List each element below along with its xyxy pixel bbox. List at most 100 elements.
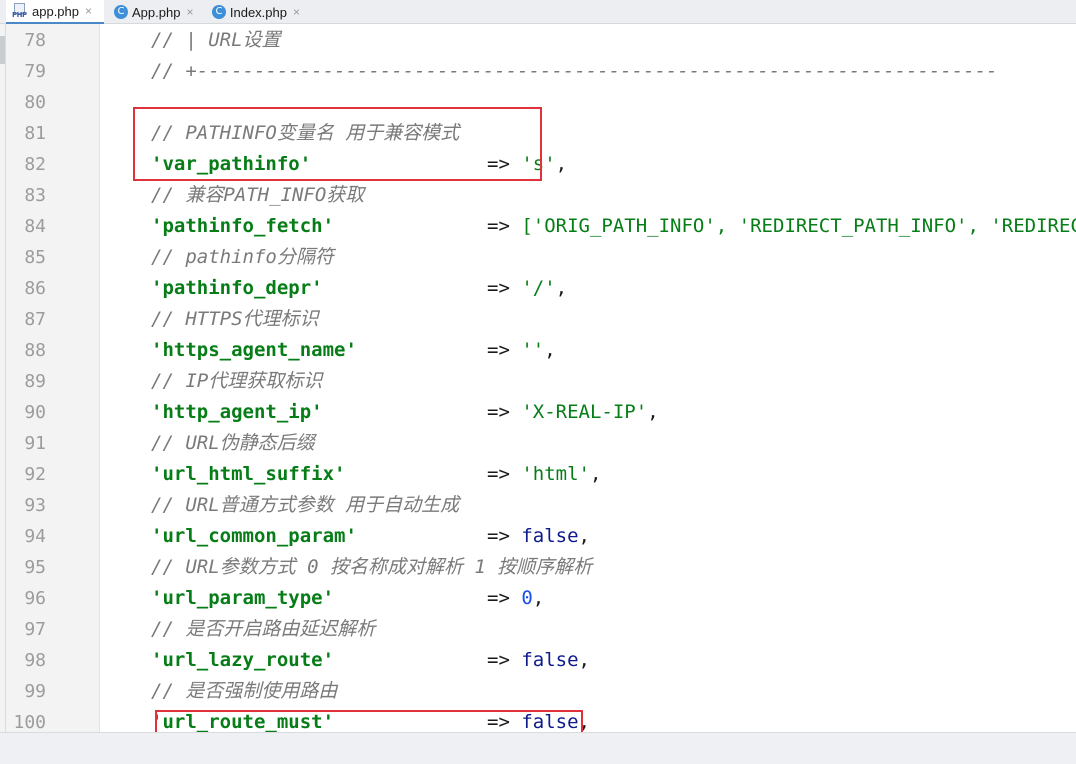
code-editor[interactable]: // | URL设置 // +--------------------------… bbox=[100, 24, 1076, 732]
highlight-box-var-pathinfo bbox=[133, 107, 542, 181]
config-assignment: => ['ORIG_PATH_INFO', 'REDIRECT_PATH_INF… bbox=[487, 211, 1076, 242]
tab-label: App.php bbox=[132, 4, 181, 20]
editor-tab-bar: PHP app.php × C App.php × C Index.php × bbox=[0, 0, 1076, 24]
line-number: 90 bbox=[24, 402, 46, 423]
code-comment: // | URL设置 bbox=[151, 29, 281, 51]
config-key: 'https_agent_name' bbox=[151, 339, 357, 361]
close-icon[interactable]: × bbox=[85, 4, 92, 18]
line-number: 89 bbox=[24, 371, 46, 392]
arrow-operator: => bbox=[487, 401, 510, 423]
arrow-operator: => bbox=[487, 277, 510, 299]
code-comment: // 兼容PATH_INFO获取 bbox=[151, 184, 365, 206]
line-number: 91 bbox=[24, 433, 46, 454]
config-value: 'X-REAL-IP' bbox=[521, 401, 648, 423]
code-line: // pathinfo分隔符 bbox=[151, 242, 334, 273]
code-line: // 是否强制使用路由 bbox=[151, 676, 337, 707]
line-number: 79 bbox=[24, 61, 46, 82]
config-assignment: => '', bbox=[487, 335, 556, 366]
tab-index-php[interactable]: C Index.php × bbox=[206, 0, 306, 24]
close-icon[interactable]: × bbox=[293, 5, 300, 19]
trailing-comma: , bbox=[647, 401, 659, 423]
trailing-comma: , bbox=[532, 587, 545, 609]
code-line: 'http_agent_ip' => 'X-REAL-IP', bbox=[151, 397, 659, 428]
line-number: 84 bbox=[24, 216, 46, 237]
code-comment: // 是否开启路由延迟解析 bbox=[151, 618, 376, 640]
code-comment: // HTTPS代理标识 bbox=[151, 308, 319, 330]
line-number: 82 bbox=[24, 154, 46, 175]
trailing-comma: , bbox=[555, 277, 568, 299]
tool-strip-marker bbox=[0, 36, 5, 64]
class-icon: C bbox=[212, 5, 226, 19]
arrow-operator: => bbox=[487, 215, 510, 237]
config-key: 'url_lazy_route' bbox=[151, 649, 335, 671]
config-key: 'url_html_suffix' bbox=[151, 463, 346, 485]
config-value: false bbox=[521, 525, 579, 547]
trailing-comma: , bbox=[589, 463, 602, 485]
line-number: 97 bbox=[24, 619, 46, 640]
config-assignment: => false, bbox=[487, 521, 590, 552]
code-line: 'pathinfo_depr' => '/', bbox=[151, 273, 567, 304]
config-assignment: => '/', bbox=[487, 273, 567, 304]
code-line: // 兼容PATH_INFO获取 bbox=[151, 180, 364, 211]
line-number: 81 bbox=[24, 123, 46, 144]
config-key: 'http_agent_ip' bbox=[151, 401, 323, 423]
tab-app-php[interactable]: C App.php × bbox=[108, 0, 202, 24]
config-key: 'url_param_type' bbox=[151, 587, 335, 609]
config-assignment: => 'X-REAL-IP', bbox=[487, 397, 659, 428]
code-line: 'pathinfo_fetch' => ['ORIG_PATH_INFO', 'R… bbox=[151, 211, 1076, 242]
line-number: 94 bbox=[24, 526, 46, 547]
code-line: // +------------------------------------… bbox=[151, 56, 997, 87]
tab-app-php[interactable]: PHP app.php × bbox=[6, 0, 104, 24]
class-icon: C bbox=[114, 5, 128, 19]
config-key: 'url_common_param' bbox=[151, 525, 357, 547]
config-value: '' bbox=[521, 339, 545, 361]
config-value: '/' bbox=[521, 277, 556, 299]
code-line: // | URL设置 bbox=[151, 25, 281, 56]
code-line: 'https_agent_name' => '', bbox=[151, 335, 556, 366]
line-number: 78 bbox=[24, 30, 46, 51]
config-assignment: => 0, bbox=[487, 583, 544, 614]
code-line: // 是否开启路由延迟解析 bbox=[151, 614, 375, 645]
arrow-operator: => bbox=[487, 587, 510, 609]
line-number: 93 bbox=[24, 495, 46, 516]
trailing-comma: , bbox=[555, 153, 568, 175]
line-number: 98 bbox=[24, 650, 46, 671]
code-line: // URL参数方式 0 按名称成对解析 1 按顺序解析 bbox=[151, 552, 592, 583]
trailing-comma: , bbox=[544, 339, 556, 361]
arrow-operator: => bbox=[487, 649, 510, 671]
config-assignment: => false, bbox=[487, 645, 590, 676]
arrow-operator: => bbox=[487, 463, 510, 485]
status-bar bbox=[0, 732, 1076, 764]
config-key: 'pathinfo_fetch' bbox=[151, 215, 335, 237]
code-comment: // +------------------------------------… bbox=[151, 60, 998, 82]
line-number: 85 bbox=[24, 247, 46, 268]
php-file-icon: PHP bbox=[12, 3, 28, 19]
line-number: 96 bbox=[24, 588, 46, 609]
config-value: false bbox=[521, 649, 579, 671]
tab-label: app.php bbox=[32, 3, 79, 19]
code-comment: // URL参数方式 0 按名称成对解析 1 按顺序解析 bbox=[151, 556, 593, 578]
code-line: 'url_common_param' => false, bbox=[151, 521, 590, 552]
code-line: 'url_lazy_route' => false, bbox=[151, 645, 590, 676]
config-value: ['ORIG_PATH_INFO', 'REDIRECT_PATH_INFO',… bbox=[521, 215, 1076, 237]
arrow-operator: => bbox=[487, 525, 510, 547]
code-comment: // pathinfo分隔符 bbox=[151, 246, 334, 268]
line-number: 87 bbox=[24, 309, 46, 330]
arrow-operator: => bbox=[487, 339, 510, 361]
close-icon[interactable]: × bbox=[186, 5, 193, 19]
code-line: 'url_html_suffix' => 'html', bbox=[151, 459, 601, 490]
line-number: 95 bbox=[24, 557, 46, 578]
code-comment: // 是否强制使用路由 bbox=[151, 680, 338, 702]
config-value: 'html' bbox=[521, 463, 590, 485]
line-number: 92 bbox=[24, 464, 46, 485]
code-line: // HTTPS代理标识 bbox=[151, 304, 319, 335]
line-number: 88 bbox=[24, 340, 46, 361]
code-comment: // IP代理获取标识 bbox=[151, 370, 323, 392]
trailing-comma: , bbox=[578, 649, 590, 671]
highlight-box-url-route-must bbox=[155, 710, 583, 732]
code-line: // URL普通方式参数 用于自动生成 bbox=[151, 490, 459, 521]
code-comment: // URL伪静态后缀 bbox=[151, 432, 315, 454]
line-number: 86 bbox=[24, 278, 46, 299]
code-line: // URL伪静态后缀 bbox=[151, 428, 315, 459]
trailing-comma: , bbox=[578, 525, 590, 547]
